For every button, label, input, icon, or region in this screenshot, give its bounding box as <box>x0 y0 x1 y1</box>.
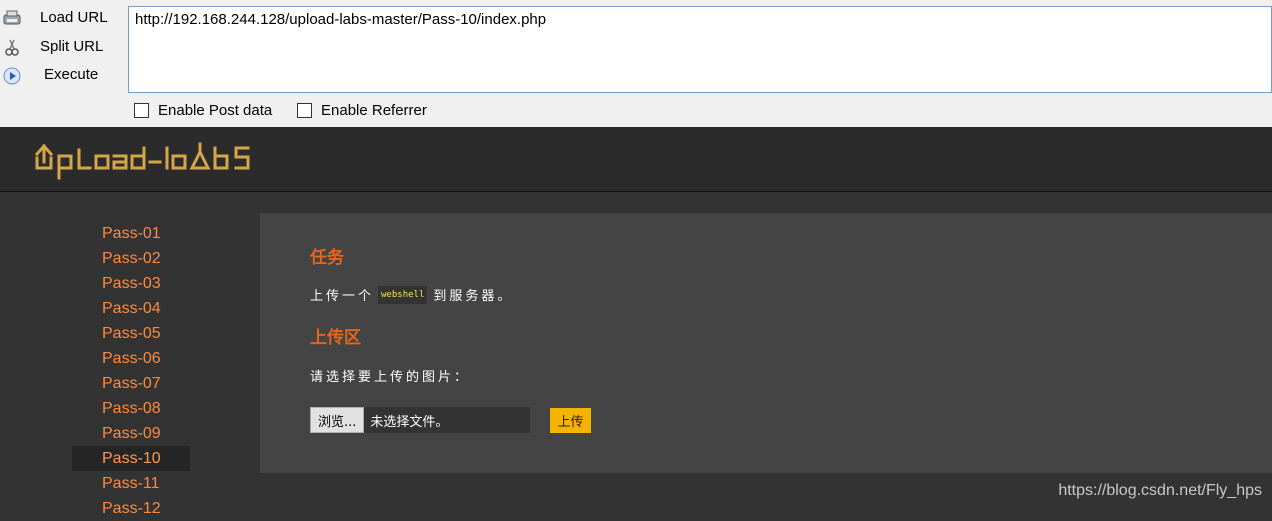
task-description: 上传一个 webshell 到服务器。 <box>310 285 513 304</box>
pass-sidebar: Pass-01 Pass-02 Pass-03 Pass-04 Pass-05 Pass-… <box>72 221 190 521</box>
url-input[interactable] <box>128 6 1272 93</box>
load-url-button[interactable]: Load URL <box>0 5 124 31</box>
sidebar-item-pass-07[interactable]: Pass-07 <box>72 371 190 396</box>
sidebar-item-pass-08[interactable]: Pass-08 <box>72 396 190 421</box>
hackbar-toolbar: Load URL Split URL Execute Enable Post d… <box>0 0 1272 127</box>
file-input[interactable]: 浏览... 未选择文件。 <box>310 407 530 433</box>
sidebar-item-pass-09[interactable]: Pass-09 <box>72 421 190 446</box>
sidebar-item-pass-12[interactable]: Pass-12 <box>72 496 190 521</box>
browse-button[interactable]: 浏览... <box>310 407 365 433</box>
load-url-label: Load URL <box>40 9 108 26</box>
enable-referrer-checkbox[interactable]: Enable Referrer <box>297 102 427 119</box>
split-url-label: Split URL <box>40 38 104 55</box>
enable-referrer-label: Enable Referrer <box>321 102 427 119</box>
sidebar-item-pass-01[interactable]: Pass-01 <box>72 221 190 246</box>
load-url-icon <box>3 10 21 26</box>
task-prefix: 上传一个 <box>310 289 375 304</box>
checkbox-box[interactable] <box>297 103 312 118</box>
split-url-button[interactable]: Split URL <box>0 34 124 60</box>
file-status-text: 未选择文件。 <box>370 414 449 430</box>
sidebar-item-pass-05[interactable]: Pass-05 <box>72 321 190 346</box>
sidebar-item-pass-04[interactable]: Pass-04 <box>72 296 190 321</box>
sidebar-item-pass-02[interactable]: Pass-02 <box>72 246 190 271</box>
checkbox-box[interactable] <box>134 103 149 118</box>
upload-button[interactable]: 上传 <box>550 408 591 433</box>
choose-image-label: 请选择要上传的图片： <box>310 370 471 385</box>
task-suffix: 到服务器。 <box>433 289 514 304</box>
main-panel: 任务 上传一个 webshell 到服务器。 上传区 请选择要上传的图片： 浏览… <box>260 213 1272 473</box>
sidebar-item-pass-10[interactable]: Pass-10 <box>72 446 190 471</box>
csdn-watermark: https://blog.csdn.net/Fly_hps <box>1058 482 1262 499</box>
enable-post-checkbox[interactable]: Enable Post data <box>134 102 272 119</box>
upload-section-title: 上传区 <box>310 328 361 348</box>
upload-labs-logo[interactable] <box>34 140 264 184</box>
scissors-icon <box>3 39 21 56</box>
execute-button[interactable]: Execute <box>0 62 124 88</box>
execute-label: Execute <box>44 66 99 83</box>
webshell-code: webshell <box>378 285 428 304</box>
sidebar-item-pass-06[interactable]: Pass-06 <box>72 346 190 371</box>
site-header <box>0 127 1272 192</box>
sidebar-item-pass-11[interactable]: Pass-11 <box>72 471 190 496</box>
play-icon <box>3 67 21 85</box>
sidebar-item-pass-03[interactable]: Pass-03 <box>72 271 190 296</box>
enable-post-label: Enable Post data <box>158 102 273 119</box>
task-title: 任务 <box>310 248 344 268</box>
